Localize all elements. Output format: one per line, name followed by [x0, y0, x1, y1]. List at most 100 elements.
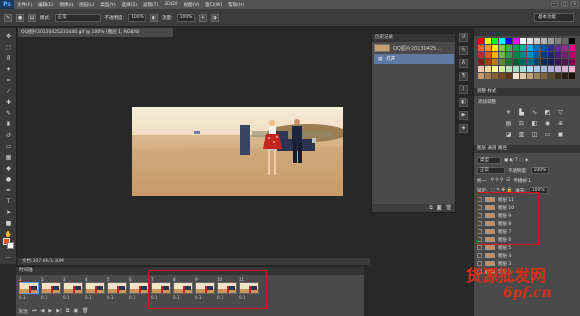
- prev-frame-icon[interactable]: ◀: [41, 308, 45, 315]
- color-swatch[interactable]: [513, 73, 519, 79]
- color-swatch[interactable]: [562, 59, 568, 65]
- color-swatch[interactable]: [527, 66, 533, 72]
- new-document-icon[interactable]: ⧉: [429, 204, 433, 212]
- color-swatch[interactable]: [478, 66, 484, 72]
- brush-size-icon[interactable]: ●: [16, 13, 24, 22]
- brightness-icon[interactable]: ☀: [504, 109, 513, 117]
- dodge-tool-icon[interactable]: ●: [3, 175, 14, 184]
- propagate-checkbox[interactable]: ☑: [506, 178, 510, 183]
- color-swatch[interactable]: [492, 66, 498, 72]
- color-swatch[interactable]: [534, 38, 540, 44]
- color-swatch[interactable]: [569, 45, 575, 51]
- animation-frame[interactable]: 3 0.1: [63, 277, 84, 311]
- edit-toolbar-icon[interactable]: …: [3, 252, 14, 261]
- color-swatch[interactable]: [541, 38, 547, 44]
- color-swatch[interactable]: [506, 73, 512, 79]
- color-swatch[interactable]: [569, 52, 575, 58]
- trash-icon[interactable]: 🗑: [446, 204, 452, 212]
- hue-saturation-icon[interactable]: ▤: [504, 120, 513, 128]
- color-swatch[interactable]: [562, 38, 568, 44]
- animation-frame[interactable]: 6 0.1: [129, 277, 150, 311]
- camera-icon[interactable]: ◙: [437, 204, 442, 212]
- next-frame-icon[interactable]: ▶|: [56, 308, 62, 315]
- color-swatch[interactable]: [541, 73, 547, 79]
- color-swatch[interactable]: [499, 59, 505, 65]
- color-swatch[interactable]: [555, 45, 561, 51]
- color-swatch[interactable]: [555, 66, 561, 72]
- healing-tool-icon[interactable]: ✚: [3, 98, 14, 107]
- color-swatch[interactable]: [548, 66, 554, 72]
- color-swatch[interactable]: [527, 45, 533, 51]
- navigator-panel-icon[interactable]: ◧: [459, 98, 468, 107]
- visibility-icon[interactable]: [477, 245, 482, 250]
- swatch-grid[interactable]: [478, 38, 575, 79]
- crop-tool-icon[interactable]: ⌗: [3, 76, 14, 85]
- vibrance-icon[interactable]: ▽: [556, 109, 565, 117]
- color-swatch[interactable]: [527, 73, 533, 79]
- color-swatch[interactable]: [555, 38, 561, 44]
- levels-icon[interactable]: ▙: [517, 109, 526, 117]
- unify-icons[interactable]: ⚲ ⚲ ⚲: [491, 178, 504, 183]
- color-swatch[interactable]: [513, 59, 519, 65]
- color-swatch[interactable]: [513, 66, 519, 72]
- color-swatch[interactable]: [506, 45, 512, 51]
- color-swatch[interactable]: [520, 45, 526, 51]
- menu-window[interactable]: 窗口(W): [202, 2, 225, 8]
- animation-frame[interactable]: 1 0.1: [19, 277, 40, 311]
- color-swatch[interactable]: [478, 52, 484, 58]
- color-swatch[interactable]: [506, 66, 512, 72]
- pen-tool-icon[interactable]: ✒: [3, 186, 14, 195]
- color-swatch[interactable]: [513, 38, 519, 44]
- color-swatch[interactable]: [485, 52, 491, 58]
- 3d-panel-icon[interactable]: ◈: [459, 124, 468, 133]
- delete-frame-icon[interactable]: 🗑: [82, 308, 88, 315]
- swatches-panel-tab[interactable]: [474, 28, 580, 36]
- color-swatch[interactable]: [569, 73, 575, 79]
- brush-tool-icon[interactable]: ✎: [3, 109, 14, 118]
- airbrush-icon[interactable]: ✈: [198, 13, 207, 22]
- paragraph-panel-icon[interactable]: ¶: [459, 72, 468, 81]
- history-brush-tool-icon[interactable]: ↺: [3, 131, 14, 140]
- color-swatch[interactable]: [569, 59, 575, 65]
- flow-field[interactable]: 100%: [176, 13, 195, 22]
- color-swatch[interactable]: [478, 73, 484, 79]
- threshold-icon[interactable]: ◫: [530, 131, 539, 139]
- animation-frame[interactable]: 5 0.1: [107, 277, 128, 311]
- color-swatch[interactable]: [492, 59, 498, 65]
- selective-color-icon[interactable]: ▣: [556, 131, 565, 139]
- animation-frame[interactable]: 4 0.1: [85, 277, 106, 311]
- color-swatch[interactable]: [562, 73, 568, 79]
- frame-delay[interactable]: 0.1: [63, 295, 84, 300]
- color-swatch[interactable]: [506, 38, 512, 44]
- blend-mode-select[interactable]: 正常: [477, 167, 505, 174]
- color-swatch[interactable]: [499, 38, 505, 44]
- path-select-tool-icon[interactable]: ➤: [3, 208, 14, 217]
- color-swatch[interactable]: [527, 52, 533, 58]
- duplicate-frame-icon[interactable]: ▣: [73, 308, 78, 315]
- opacity-field[interactable]: 100%: [128, 13, 147, 22]
- color-swatch[interactable]: [548, 52, 554, 58]
- black-white-icon[interactable]: ◧: [530, 120, 539, 128]
- color-swatch[interactable]: [562, 45, 568, 51]
- color-swatch[interactable]: [485, 73, 491, 79]
- menu-view[interactable]: 视图(V): [181, 2, 203, 8]
- invert-icon[interactable]: ◪: [504, 131, 513, 139]
- color-swatch[interactable]: [569, 66, 575, 72]
- actions-panel-icon[interactable]: ▶: [459, 111, 468, 120]
- minimize-button[interactable]: —: [551, 1, 558, 7]
- color-swatch[interactable]: [541, 52, 547, 58]
- menu-select[interactable]: 选择(S): [119, 2, 140, 8]
- color-swatch[interactable]: [527, 38, 533, 44]
- color-balance-icon[interactable]: ⚖: [517, 120, 526, 128]
- color-swatch[interactable]: [492, 73, 498, 79]
- color-swatch[interactable]: [527, 59, 533, 65]
- color-swatch[interactable]: [548, 73, 554, 79]
- color-swatch[interactable]: [520, 59, 526, 65]
- channel-mixer-icon[interactable]: ⊕: [556, 120, 565, 128]
- color-swatch[interactable]: [555, 59, 561, 65]
- color-swatch[interactable]: [534, 66, 540, 72]
- color-swatch[interactable]: [520, 66, 526, 72]
- stamp-tool-icon[interactable]: ♜: [3, 120, 14, 129]
- color-swatch[interactable]: [513, 52, 519, 58]
- color-swatch[interactable]: [499, 66, 505, 72]
